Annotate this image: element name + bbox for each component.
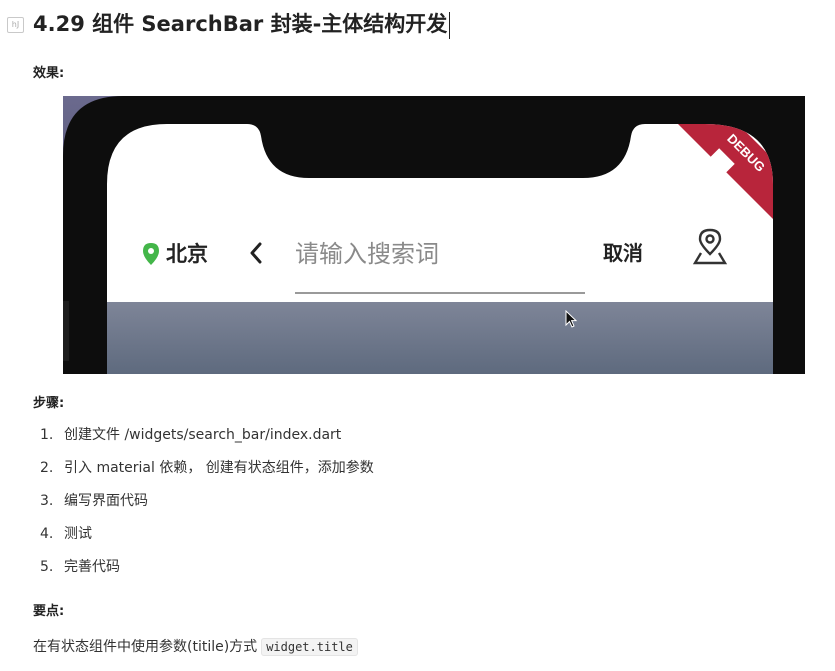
list-item-number: 2. [40, 460, 54, 476]
list-item: 5. 完善代码 [40, 556, 374, 589]
list-item: 4. 测试 [40, 523, 374, 556]
text-caret [449, 11, 451, 39]
list-item-text: 测试 [64, 526, 92, 542]
list-item: 3. 编写界面代码 [40, 490, 374, 523]
list-item-number: 1. [40, 427, 54, 443]
steps-list: 1. 创建文件 /widgets/search_bar/index.dart 2.… [40, 424, 374, 589]
block-handle-icon[interactable]: hJ [7, 17, 24, 33]
steps-heading: 步骤: [33, 396, 65, 411]
list-item-text: 创建文件 /widgets/search_bar/index.dart [64, 427, 342, 443]
list-item-text: 引入 material 依赖， 创建有状态组件，添加参数 [64, 460, 374, 476]
list-item-text: 编写界面代码 [64, 493, 148, 509]
key-points-heading: 要点: [33, 604, 65, 619]
effect-heading: 效果: [33, 66, 65, 81]
city-label[interactable]: 北京 [166, 242, 208, 266]
preview-screenshot: DEBUG 北京 请输入搜索词 取消 [63, 96, 805, 374]
list-item-number: 5. [40, 559, 54, 575]
key-point-text: 在有状态组件中使用参数(titile)方式 widget.title [33, 636, 358, 656]
list-item: 1. 创建文件 /widgets/search_bar/index.dart [40, 424, 374, 457]
list-item-number: 4. [40, 526, 54, 542]
cancel-button[interactable]: 取消 [603, 241, 643, 265]
page-title: 4.29 组件 SearchBar 封装-主体结构开发 [33, 8, 451, 39]
content-area [107, 302, 773, 374]
list-item-number: 3. [40, 493, 54, 509]
inline-code: widget.title [261, 638, 358, 656]
list-item-text: 完善代码 [64, 559, 120, 575]
search-input[interactable]: 请输入搜索词 [295, 240, 439, 268]
key-point-label: 在有状态组件中使用参数(titile)方式 [33, 639, 258, 655]
page-title-text: 4.29 组件 SearchBar 封装-主体结构开发 [33, 12, 448, 36]
mouse-pointer-icon [565, 310, 578, 328]
list-item: 2. 引入 material 依赖， 创建有状态组件，添加参数 [40, 457, 374, 490]
